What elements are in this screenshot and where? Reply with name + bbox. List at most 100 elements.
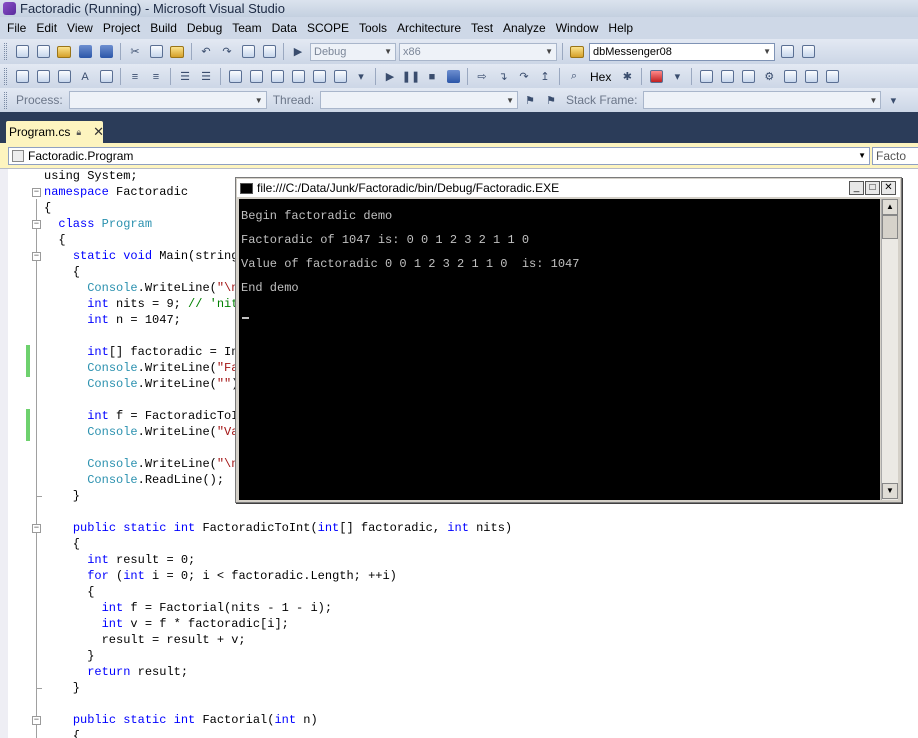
collapse-icon[interactable]: − (32, 252, 41, 261)
chevron-down-icon[interactable]: ▾ (668, 68, 686, 86)
show-next-statement-icon[interactable]: ⇨ (473, 68, 491, 86)
members-combo[interactable]: Facto (872, 147, 918, 165)
architecture-explorer-icon[interactable] (718, 68, 736, 86)
increase-indent-icon[interactable]: ≡ (147, 68, 165, 86)
toolbar-options-icon[interactable]: ▾ (352, 68, 370, 86)
restart-icon[interactable] (444, 68, 462, 86)
thread-combo[interactable]: ▼ (320, 91, 519, 109)
menu-test[interactable]: Test (466, 21, 498, 35)
menu-tools[interactable]: Tools (354, 21, 392, 35)
new-project-icon[interactable] (13, 43, 31, 61)
menu-scope[interactable]: SCOPE (302, 21, 354, 35)
decrease-indent-icon[interactable]: ≡ (126, 68, 144, 86)
menu-view[interactable]: View (62, 21, 98, 35)
generate-graph-icon[interactable] (739, 68, 757, 86)
toolbar-grip[interactable] (4, 91, 7, 109)
stop-debugging-icon[interactable]: ■ (423, 68, 441, 86)
menu-help[interactable]: Help (603, 21, 638, 35)
quick-info-icon[interactable] (55, 68, 73, 86)
save-icon[interactable] (76, 43, 94, 61)
flag-all-threads-icon[interactable]: ⚑ (542, 91, 560, 109)
collapse-icon[interactable]: − (32, 188, 41, 197)
start-debugging-icon[interactable]: ▶ (289, 43, 307, 61)
next-bookmark-icon[interactable] (268, 68, 286, 86)
menu-data[interactable]: Data (267, 21, 302, 35)
step-out-icon[interactable]: ↥ (536, 68, 554, 86)
copy-icon[interactable] (147, 43, 165, 61)
toolbar-grip[interactable] (4, 68, 7, 85)
solution-configuration-combo[interactable]: Debug ▼ (310, 42, 396, 61)
clear-bookmarks-icon[interactable] (331, 68, 349, 86)
break-all-icon[interactable]: ❚❚ (402, 68, 420, 86)
stack-frame-combo[interactable]: ▼ (643, 91, 882, 109)
breakpoints-window-icon[interactable] (647, 68, 665, 86)
types-combo[interactable]: Factoradic.Program ▼ (8, 147, 870, 165)
menu-architecture[interactable]: Architecture (392, 21, 466, 35)
word-completion-icon[interactable]: A (76, 68, 94, 86)
menu-project[interactable]: Project (98, 21, 145, 35)
menu-file[interactable]: File (2, 21, 31, 35)
navigate-backward-icon[interactable] (239, 43, 257, 61)
uncomment-icon[interactable]: ☰ (197, 68, 215, 86)
menu-debug[interactable]: Debug (182, 21, 227, 35)
hex-button[interactable]: Hex (586, 70, 615, 84)
toolbar-grip[interactable] (4, 43, 7, 60)
toggle-current-thread-flag-icon[interactable]: ⚑ (521, 91, 539, 109)
close-icon[interactable]: ✕ (881, 181, 896, 195)
next-bookmark-folder-icon[interactable] (310, 68, 328, 86)
collapse-icon[interactable]: − (32, 220, 41, 229)
list-members-icon[interactable] (13, 68, 31, 86)
find-combo[interactable]: dbMessenger08 ▼ (589, 42, 775, 61)
toolbar-options-icon[interactable]: ▾ (884, 91, 902, 109)
bookmark-icon[interactable] (226, 68, 244, 86)
properties-icon[interactable] (799, 43, 817, 61)
menu-analyze[interactable]: Analyze (498, 21, 551, 35)
collapse-icon[interactable]: − (32, 524, 41, 533)
collapse-icon[interactable]: − (32, 716, 41, 725)
prev-bookmark-folder-icon[interactable] (289, 68, 307, 86)
maximize-icon[interactable]: □ (865, 181, 880, 195)
save-all-icon[interactable] (97, 43, 115, 61)
open-file-icon[interactable] (55, 43, 73, 61)
console-window[interactable]: file:///C:/Data/Junk/Factoradic/bin/Debu… (235, 177, 902, 503)
cut-icon[interactable]: ✂ (126, 43, 144, 61)
paste-icon[interactable] (168, 43, 186, 61)
navigate-forward-icon[interactable] (260, 43, 278, 61)
continue-icon[interactable]: ▶ (381, 68, 399, 86)
show-threads-icon[interactable]: ✱ (618, 68, 636, 86)
settings-gear-icon[interactable]: ⚙ (760, 68, 778, 86)
console-output[interactable]: Begin factoradic demo Factoradic of 1047… (239, 199, 880, 500)
undo-icon[interactable]: ↶ (197, 43, 215, 61)
console-scrollbar[interactable]: ▲ ▼ (881, 199, 898, 500)
prev-bookmark-icon[interactable] (247, 68, 265, 86)
comment-icon[interactable]: ☰ (176, 68, 194, 86)
find-in-files-icon[interactable] (568, 43, 586, 61)
model-explorer-icon[interactable] (781, 68, 799, 86)
console-title-bar[interactable]: file:///C:/Data/Junk/Factoradic/bin/Debu… (237, 179, 900, 197)
menu-edit[interactable]: Edit (31, 21, 62, 35)
scroll-down-icon[interactable]: ▼ (882, 483, 898, 499)
tab-program-cs[interactable]: Program.cs 🔒︎ ✕ (6, 121, 104, 143)
quickwatch-icon[interactable]: ⌕ (565, 68, 583, 86)
minimize-icon[interactable]: _ (849, 181, 864, 195)
redo-icon[interactable]: ↷ (218, 43, 236, 61)
dependency-graph-icon[interactable] (823, 68, 841, 86)
step-into-icon[interactable]: ↴ (494, 68, 512, 86)
menu-window[interactable]: Window (551, 21, 604, 35)
menu-build[interactable]: Build (145, 21, 182, 35)
solution-explorer-icon[interactable] (778, 43, 796, 61)
close-tab-icon[interactable]: ✕ (93, 124, 104, 140)
scroll-up-icon[interactable]: ▲ (882, 199, 898, 215)
uml-diagram-icon[interactable] (802, 68, 820, 86)
display-object-icon[interactable] (97, 68, 115, 86)
process-combo[interactable]: ▼ (68, 91, 267, 109)
code-line: int v = f * factoradic[i]; (44, 616, 289, 632)
solution-platform-combo[interactable]: x86 ▼ (399, 42, 557, 61)
menu-team[interactable]: Team (227, 21, 266, 35)
step-over-icon[interactable]: ↷ (515, 68, 533, 86)
console-window-icon[interactable] (240, 182, 253, 194)
add-item-icon[interactable] (34, 43, 52, 61)
layer-diagram-icon[interactable] (697, 68, 715, 86)
parameter-info-icon[interactable] (34, 68, 52, 86)
scrollbar-thumb[interactable] (882, 215, 898, 239)
